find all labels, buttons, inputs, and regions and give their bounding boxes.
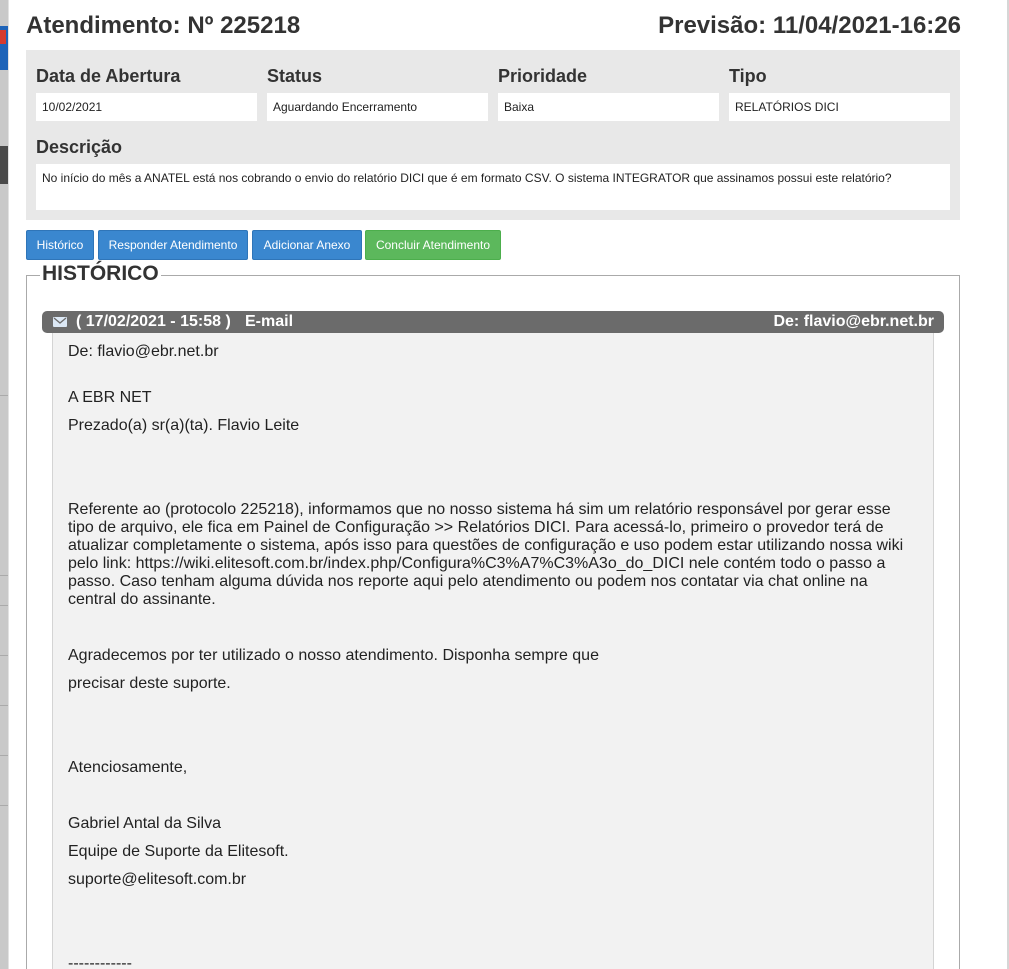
background-divider bbox=[0, 705, 8, 706]
priority-label: Prioridade bbox=[498, 66, 588, 86]
history-entry-header[interactable]: ( 17/02/2021 - 15:58 ) E-mail De: flavio… bbox=[42, 311, 944, 333]
background-divider bbox=[0, 655, 8, 656]
opening-date-label: Data de Abertura bbox=[36, 66, 181, 86]
background-divider bbox=[0, 395, 8, 396]
history-entry-body: De: flavio@ebr.net.br A EBR NET Prezado(… bbox=[52, 333, 934, 969]
type-value: RELATÓRIOS DICI bbox=[729, 93, 950, 121]
type-field: Tipo RELATÓRIOS DICI bbox=[729, 64, 950, 121]
email-thanks-line-2: precisar deste suporte. bbox=[68, 675, 231, 692]
ticket-header: Atendimento: Nº 225218 Previsão: 11/04/2… bbox=[26, 12, 961, 44]
history-entry-date: ( 17/02/2021 - 15:58 ) bbox=[76, 313, 231, 330]
status-value: Aguardando Encerramento bbox=[267, 93, 488, 121]
email-signature-name: Gabriel Antal da Silva bbox=[68, 815, 221, 832]
email-signature-team: Equipe de Suporte da Elitesoft. bbox=[68, 843, 289, 860]
status-field: Status Aguardando Encerramento bbox=[267, 64, 488, 121]
priority-field: Prioridade Baixa bbox=[498, 64, 719, 121]
priority-value: Baixa bbox=[498, 93, 719, 121]
ticket-forecast: Previsão: 11/04/2021-16:26 bbox=[658, 12, 961, 39]
history-legend: HISTÓRICO bbox=[40, 262, 161, 286]
status-label: Status bbox=[267, 66, 323, 86]
ticket-title: Atendimento: Nº 225218 bbox=[26, 12, 301, 39]
description-value: No início do mês a ANATEL está nos cobra… bbox=[36, 164, 950, 210]
email-recipient-company: A EBR NET bbox=[68, 389, 152, 406]
description-field: Descrição bbox=[36, 135, 336, 159]
email-greeting: Prezado(a) sr(a)(ta). Flavio Leite bbox=[68, 417, 300, 434]
add-attachment-button[interactable]: Adicionar Anexo bbox=[252, 230, 362, 260]
background-logo-accent bbox=[0, 30, 6, 44]
conclude-button[interactable]: Concluir Atendimento bbox=[365, 230, 501, 260]
envelope-icon bbox=[53, 317, 67, 327]
background-nav-band bbox=[0, 146, 8, 184]
ticket-info-panel: Data de Abertura 10/02/2021 Status Aguar… bbox=[26, 50, 960, 220]
opening-date-value: 10/02/2021 bbox=[36, 93, 257, 121]
email-closing: Atenciosamente, bbox=[68, 759, 188, 776]
history-entry-from: De: flavio@ebr.net.br bbox=[773, 313, 934, 330]
modal-left-edge bbox=[8, 0, 9, 969]
email-signature-email: suporte@elitesoft.com.br bbox=[68, 871, 247, 888]
email-thanks-line-1: Agradecemos por ter utilizado o nosso at… bbox=[68, 647, 599, 664]
history-button[interactable]: Histórico bbox=[26, 230, 94, 260]
background-divider bbox=[0, 575, 8, 576]
email-from-line: De: flavio@ebr.net.br bbox=[68, 343, 219, 360]
email-separator: ------------ bbox=[68, 955, 132, 969]
background-page bbox=[0, 0, 8, 969]
email-main-paragraph: Referente ao (protocolo 225218), informa… bbox=[68, 501, 904, 608]
background-divider bbox=[0, 755, 8, 756]
opening-date-field: Data de Abertura 10/02/2021 bbox=[36, 64, 257, 121]
reply-button[interactable]: Responder Atendimento bbox=[98, 230, 248, 260]
background-divider bbox=[0, 805, 8, 806]
background-divider bbox=[0, 605, 8, 606]
history-entry-type: E-mail bbox=[245, 313, 294, 330]
description-label: Descrição bbox=[36, 137, 123, 157]
type-label: Tipo bbox=[729, 66, 767, 86]
